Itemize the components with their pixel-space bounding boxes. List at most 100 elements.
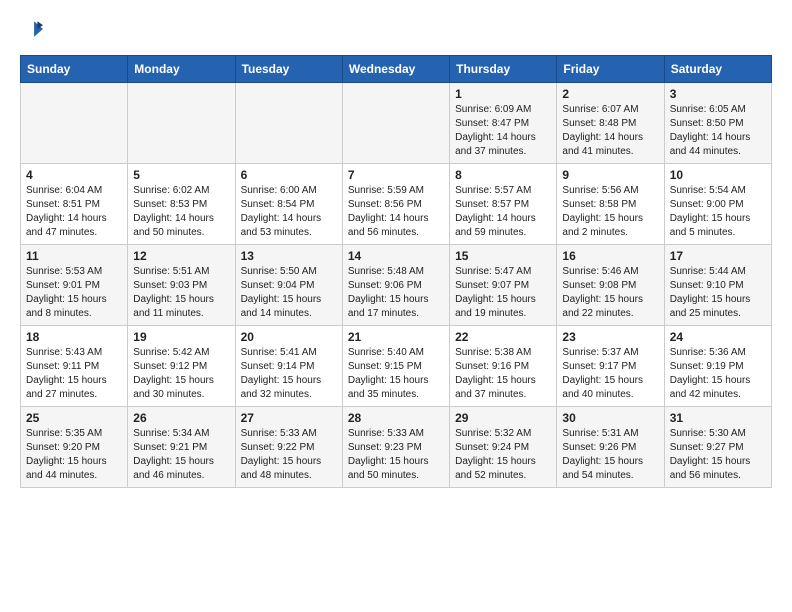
day-info: Sunrise: 5:33 AM Sunset: 9:23 PM Dayligh… [348, 427, 444, 483]
page: SundayMondayTuesdayWednesdayThursdayFrid… [0, 0, 792, 506]
day-info: Sunrise: 5:43 AM Sunset: 9:11 PM Dayligh… [26, 346, 122, 402]
calendar-cell: 15Sunrise: 5:47 AM Sunset: 9:07 PM Dayli… [450, 245, 557, 326]
day-number: 14 [348, 249, 444, 263]
day-number: 24 [670, 330, 766, 344]
calendar-table: SundayMondayTuesdayWednesdayThursdayFrid… [20, 55, 772, 488]
day-number: 1 [455, 87, 551, 101]
day-info: Sunrise: 5:31 AM Sunset: 9:26 PM Dayligh… [562, 427, 658, 483]
day-info: Sunrise: 5:37 AM Sunset: 9:17 PM Dayligh… [562, 346, 658, 402]
day-info: Sunrise: 6:00 AM Sunset: 8:54 PM Dayligh… [241, 184, 337, 240]
day-number: 6 [241, 168, 337, 182]
calendar-cell: 7 Sunrise: 5:59 AM Sunset: 8:56 PM Daylig… [342, 164, 449, 245]
calendar-cell: 14 Sunrise: 5:48 AM Sunset: 9:06 PM Dayli… [342, 245, 449, 326]
calendar-week-row: 1 Sunrise: 6:09 AM Sunset: 8:47 PM Daylig… [21, 83, 772, 164]
day-info: Sunrise: 5:33 AM Sunset: 9:22 PM Dayligh… [241, 427, 337, 483]
weekday-header-tuesday: Tuesday [235, 56, 342, 83]
calendar-week-row: 4 Sunrise: 6:04 AM Sunset: 8:51 PM Daylig… [21, 164, 772, 245]
calendar-cell: 25 Sunrise: 5:35 AM Sunset: 9:20 PM Dayli… [21, 407, 128, 488]
calendar-cell: 10Sunrise: 5:54 AM Sunset: 9:00 PM Dayli… [664, 164, 771, 245]
day-number: 9 [562, 168, 658, 182]
day-info: Sunrise: 5:46 AM Sunset: 9:08 PM Dayligh… [562, 265, 658, 321]
day-info: Sunrise: 5:35 AM Sunset: 9:20 PM Dayligh… [26, 427, 122, 483]
day-number: 23 [562, 330, 658, 344]
day-info: Sunrise: 6:05 AM Sunset: 8:50 PM Dayligh… [670, 103, 766, 159]
day-info: Sunrise: 5:50 AM Sunset: 9:04 PM Dayligh… [241, 265, 337, 321]
calendar-cell: 23 Sunrise: 5:37 AM Sunset: 9:17 PM Dayli… [557, 326, 664, 407]
calendar-cell [235, 83, 342, 164]
day-info: Sunrise: 5:34 AM Sunset: 9:21 PM Dayligh… [133, 427, 229, 483]
calendar-cell: 18 Sunrise: 5:43 AM Sunset: 9:11 PM Dayli… [21, 326, 128, 407]
calendar-cell [342, 83, 449, 164]
calendar-week-row: 25 Sunrise: 5:35 AM Sunset: 9:20 PM Dayli… [21, 407, 772, 488]
calendar-cell [128, 83, 235, 164]
day-number: 21 [348, 330, 444, 344]
calendar-week-row: 11 Sunrise: 5:53 AM Sunset: 9:01 PM Dayli… [21, 245, 772, 326]
day-number: 29 [455, 411, 551, 425]
day-info: Sunrise: 5:44 AM Sunset: 9:10 PM Dayligh… [670, 265, 766, 321]
day-info: Sunrise: 5:32 AM Sunset: 9:24 PM Dayligh… [455, 427, 551, 483]
calendar-cell: 28Sunrise: 5:33 AM Sunset: 9:23 PM Dayli… [342, 407, 449, 488]
day-info: Sunrise: 5:47 AM Sunset: 9:07 PM Dayligh… [455, 265, 551, 321]
day-number: 27 [241, 411, 337, 425]
logo-icon [22, 18, 44, 40]
calendar-cell: 8Sunrise: 5:57 AM Sunset: 8:57 PM Daylig… [450, 164, 557, 245]
day-info: Sunrise: 6:09 AM Sunset: 8:47 PM Dayligh… [455, 103, 551, 159]
calendar-cell: 1 Sunrise: 6:09 AM Sunset: 8:47 PM Daylig… [450, 83, 557, 164]
day-number: 11 [26, 249, 122, 263]
weekday-header-friday: Friday [557, 56, 664, 83]
calendar-cell: 30Sunrise: 5:31 AM Sunset: 9:26 PM Dayli… [557, 407, 664, 488]
weekday-header-thursday: Thursday [450, 56, 557, 83]
day-info: Sunrise: 5:48 AM Sunset: 9:06 PM Dayligh… [348, 265, 444, 321]
calendar-cell: 2 Sunrise: 6:07 AM Sunset: 8:48 PM Daylig… [557, 83, 664, 164]
calendar-cell: 5Sunrise: 6:02 AM Sunset: 8:53 PM Daylig… [128, 164, 235, 245]
day-info: Sunrise: 5:53 AM Sunset: 9:01 PM Dayligh… [26, 265, 122, 321]
day-number: 16 [562, 249, 658, 263]
day-info: Sunrise: 5:30 AM Sunset: 9:27 PM Dayligh… [670, 427, 766, 483]
weekday-header-saturday: Saturday [664, 56, 771, 83]
day-info: Sunrise: 5:42 AM Sunset: 9:12 PM Dayligh… [133, 346, 229, 402]
day-info: Sunrise: 5:38 AM Sunset: 9:16 PM Dayligh… [455, 346, 551, 402]
day-info: Sunrise: 5:57 AM Sunset: 8:57 PM Dayligh… [455, 184, 551, 240]
day-number: 10 [670, 168, 766, 182]
day-number: 18 [26, 330, 122, 344]
logo [20, 18, 44, 45]
calendar-cell: 11 Sunrise: 5:53 AM Sunset: 9:01 PM Dayli… [21, 245, 128, 326]
day-number: 17 [670, 249, 766, 263]
day-info: Sunrise: 5:56 AM Sunset: 8:58 PM Dayligh… [562, 184, 658, 240]
calendar-cell: 13Sunrise: 5:50 AM Sunset: 9:04 PM Dayli… [235, 245, 342, 326]
calendar-header-row: SundayMondayTuesdayWednesdayThursdayFrid… [21, 56, 772, 83]
day-number: 31 [670, 411, 766, 425]
calendar-cell: 27 Sunrise: 5:33 AM Sunset: 9:22 PM Dayli… [235, 407, 342, 488]
day-info: Sunrise: 5:59 AM Sunset: 8:56 PM Dayligh… [348, 184, 444, 240]
day-info: Sunrise: 6:07 AM Sunset: 8:48 PM Dayligh… [562, 103, 658, 159]
day-info: Sunrise: 6:04 AM Sunset: 8:51 PM Dayligh… [26, 184, 122, 240]
calendar-cell: 31 Sunrise: 5:30 AM Sunset: 9:27 PM Dayli… [664, 407, 771, 488]
calendar-cell: 6 Sunrise: 6:00 AM Sunset: 8:54 PM Daylig… [235, 164, 342, 245]
calendar-cell: 4 Sunrise: 6:04 AM Sunset: 8:51 PM Daylig… [21, 164, 128, 245]
day-number: 25 [26, 411, 122, 425]
calendar-cell: 20 Sunrise: 5:41 AM Sunset: 9:14 PM Dayli… [235, 326, 342, 407]
day-number: 3 [670, 87, 766, 101]
day-info: Sunrise: 5:36 AM Sunset: 9:19 PM Dayligh… [670, 346, 766, 402]
day-number: 19 [133, 330, 229, 344]
day-number: 7 [348, 168, 444, 182]
calendar-cell: 24 Sunrise: 5:36 AM Sunset: 9:19 PM Dayli… [664, 326, 771, 407]
day-number: 26 [133, 411, 229, 425]
calendar-cell: 12Sunrise: 5:51 AM Sunset: 9:03 PM Dayli… [128, 245, 235, 326]
calendar-cell [21, 83, 128, 164]
day-number: 2 [562, 87, 658, 101]
calendar-cell: 3 Sunrise: 6:05 AM Sunset: 8:50 PM Daylig… [664, 83, 771, 164]
weekday-header-monday: Monday [128, 56, 235, 83]
day-number: 5 [133, 168, 229, 182]
day-info: Sunrise: 5:51 AM Sunset: 9:03 PM Dayligh… [133, 265, 229, 321]
calendar-cell: 21Sunrise: 5:40 AM Sunset: 9:15 PM Dayli… [342, 326, 449, 407]
day-number: 4 [26, 168, 122, 182]
day-info: Sunrise: 5:41 AM Sunset: 9:14 PM Dayligh… [241, 346, 337, 402]
day-number: 20 [241, 330, 337, 344]
calendar-cell: 17 Sunrise: 5:44 AM Sunset: 9:10 PM Dayli… [664, 245, 771, 326]
calendar-cell: 22Sunrise: 5:38 AM Sunset: 9:16 PM Dayli… [450, 326, 557, 407]
calendar-cell: 29 Sunrise: 5:32 AM Sunset: 9:24 PM Dayli… [450, 407, 557, 488]
calendar-cell: 26 Sunrise: 5:34 AM Sunset: 9:21 PM Dayli… [128, 407, 235, 488]
weekday-header-wednesday: Wednesday [342, 56, 449, 83]
weekday-header-sunday: Sunday [21, 56, 128, 83]
